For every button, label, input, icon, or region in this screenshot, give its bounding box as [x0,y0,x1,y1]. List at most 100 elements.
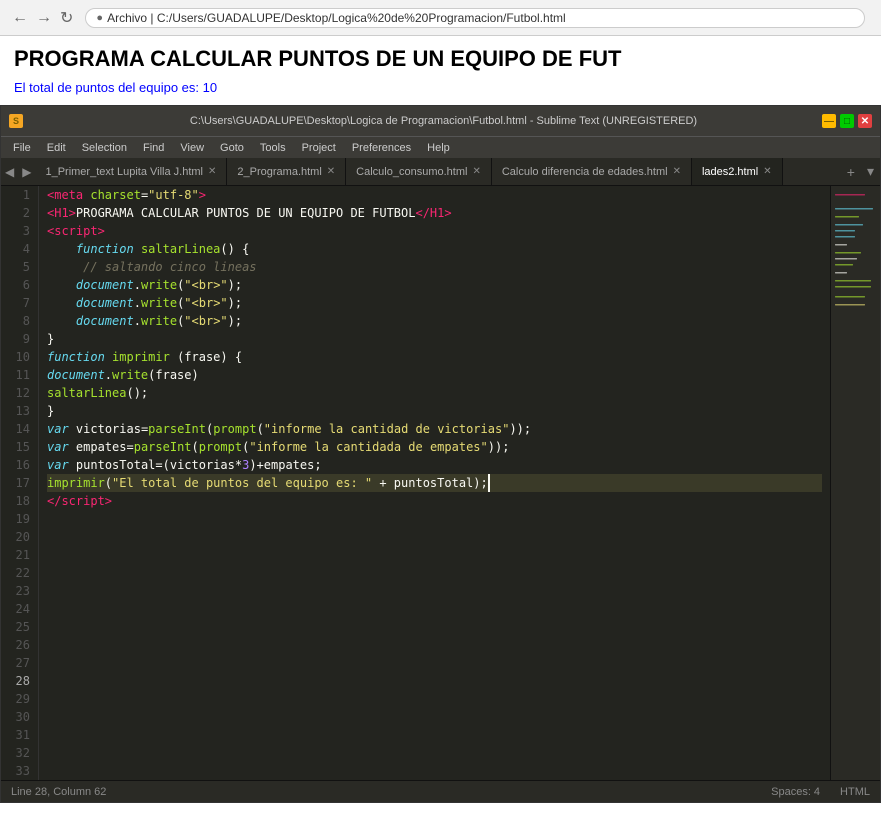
code-line-3: <H1>PROGRAMA CALCULAR PUNTOS DE UN EQUIP… [47,204,822,222]
line-gutter: 1 2 3 4 5 6 7 8 9 10 11 12 13 14 15 16 1… [1,186,39,780]
tab-1[interactable]: 1_Primer_text Lupita Villa J.html ✕ [35,158,227,186]
ln-19: 19 [9,510,30,528]
reload-button[interactable]: ↻ [56,8,77,28]
ln-2: 2 [9,204,30,222]
menu-goto[interactable]: Goto [212,140,252,156]
tab-4-close[interactable]: ✕ [673,166,681,177]
code-line-5: <script> [47,222,822,240]
menu-project[interactable]: Project [294,140,344,156]
ln-3: 3 [9,222,30,240]
code-line-32: </script> [47,492,822,510]
ln-5: 5 [9,258,30,276]
code-line-22: var victorias=parseInt(prompt("informe l… [47,420,822,438]
menu-help[interactable]: Help [419,140,458,156]
code-line-27: var puntosTotal=(victorias*3)+empates; [47,456,822,474]
tab-5-close[interactable]: ✕ [763,166,771,177]
ln-17: 17 [9,474,30,492]
tab-1-close[interactable]: ✕ [208,166,216,177]
tab-add-button[interactable]: + [841,163,861,180]
ln-1: 1 [9,186,30,204]
ln-23: 23 [9,582,30,600]
forward-button[interactable]: → [32,9,56,27]
code-line-16: document.write(frase) [47,366,822,384]
minimap [830,186,880,780]
code-line-15: function imprimir (frase) { [47,348,822,366]
ln-7: 7 [9,294,30,312]
minimize-button[interactable]: — [822,114,836,128]
status-bar: Line 28, Column 62 Spaces: 4 HTML [1,780,880,802]
tab-prev-button[interactable]: ◀ [1,165,18,179]
tab-2-close[interactable]: ✕ [327,166,335,177]
ln-16: 16 [9,456,30,474]
ln-25: 25 [9,618,30,636]
tab-controls: + ▾ [841,163,880,180]
ln-32: 32 [9,744,30,762]
code-line-13: } [47,330,822,348]
titlebar-controls: — □ ✕ [818,114,872,128]
menu-file[interactable]: File [5,140,39,156]
code-area[interactable]: <meta charset="utf-8"> <H1>PROGRAMA CALC… [39,186,830,780]
tab-next-button[interactable]: ▶ [18,165,35,179]
maximize-button[interactable]: □ [840,114,854,128]
ln-15: 15 [9,438,30,456]
ln-13: 13 [9,402,30,420]
ln-26: 26 [9,636,30,654]
webpage-output: El total de puntos del equipo es: 10 [14,80,867,95]
menu-edit[interactable]: Edit [39,140,74,156]
browser-bar: ← → ↻ ● Archivo | C:/Users/GUADALUPE/Des… [0,0,881,36]
close-button[interactable]: ✕ [858,114,872,128]
ln-21: 21 [9,546,30,564]
ln-18: 18 [9,492,30,510]
address-bar[interactable]: ● Archivo | C:/Users/GUADALUPE/Desktop/L… [85,8,865,28]
ln-9: 9 [9,330,30,348]
code-line-1: <meta charset="utf-8"> [47,186,822,204]
ln-6: 6 [9,276,30,294]
code-line-11: document.write("<br>"); [47,312,822,330]
menu-tools[interactable]: Tools [252,140,294,156]
menu-bar: File Edit Selection Find View Goto Tools… [1,136,880,158]
code-line-8: // saltando cinco lineas [47,258,822,276]
ln-20: 20 [9,528,30,546]
status-position: Line 28, Column 62 [11,786,106,798]
back-button[interactable]: ← [8,9,32,27]
code-line-28: imprimir("El total de puntos del equipo … [47,474,822,492]
ln-29: 29 [9,690,30,708]
ln-24: 24 [9,600,30,618]
code-line-17: saltarLinea(); [47,384,822,402]
menu-find[interactable]: Find [135,140,172,156]
code-line-7: function saltarLinea() { [47,240,822,258]
sublime-window: S C:\Users\GUADALUPE\Desktop\Logica de P… [0,105,881,803]
tab-5[interactable]: lades2.html ✕ [692,158,783,186]
tab-4[interactable]: Calculo diferencia de edades.html ✕ [492,158,692,186]
address-text: Archivo | C:/Users/GUADALUPE/Desktop/Log… [107,11,566,25]
ln-14: 14 [9,420,30,438]
tab-list-button[interactable]: ▾ [861,163,880,180]
status-right: Spaces: 4 HTML [771,786,870,798]
ln-11: 11 [9,366,30,384]
ln-22: 22 [9,564,30,582]
ln-10: 10 [9,348,30,366]
sublime-title-text: C:\Users\GUADALUPE\Desktop\Logica de Pro… [69,115,818,127]
status-syntax: HTML [840,786,870,798]
code-line-23: var empates=parseInt(prompt("informe la … [47,438,822,456]
status-spaces: Spaces: 4 [771,786,820,798]
webpage-content: PROGRAMA CALCULAR PUNTOS DE UN EQUIPO DE… [0,36,881,105]
code-line-10: document.write("<br>"); [47,294,822,312]
tab-bar: ◀ ▶ 1_Primer_text Lupita Villa J.html ✕ … [1,158,880,186]
menu-selection[interactable]: Selection [74,140,135,156]
tab-3[interactable]: Calculo_consumo.html ✕ [346,158,492,186]
tab-2[interactable]: 2_Programa.html ✕ [227,158,346,186]
code-line-9: document.write("<br>"); [47,276,822,294]
webpage-title: PROGRAMA CALCULAR PUNTOS DE UN EQUIPO DE… [14,46,867,72]
lock-icon: ● [96,12,103,24]
ln-31: 31 [9,726,30,744]
ln-4: 4 [9,240,30,258]
menu-preferences[interactable]: Preferences [344,140,419,156]
ln-27: 27 [9,654,30,672]
ln-8: 8 [9,312,30,330]
menu-view[interactable]: View [172,140,212,156]
sublime-logo: S [9,114,23,128]
ln-12: 12 [9,384,30,402]
tab-3-close[interactable]: ✕ [472,166,480,177]
sublime-titlebar: S C:\Users\GUADALUPE\Desktop\Logica de P… [1,106,880,136]
